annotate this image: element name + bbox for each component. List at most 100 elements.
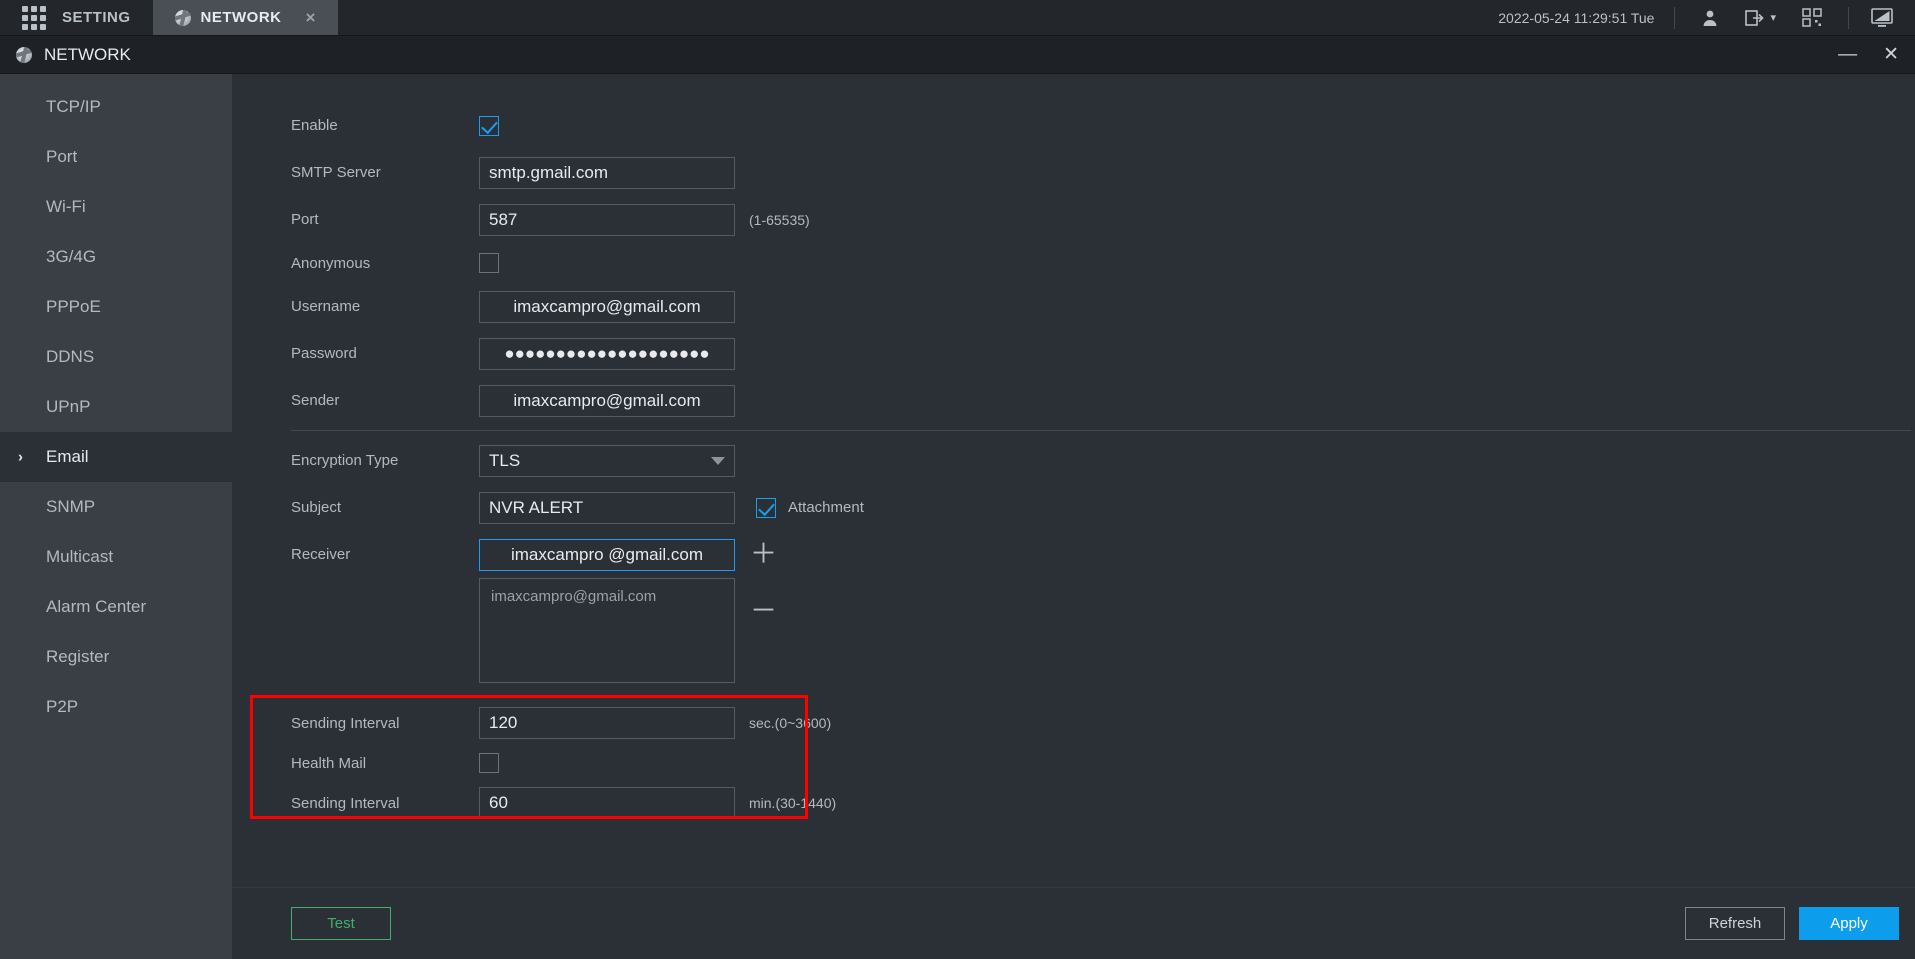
sidebar-item-register[interactable]: Register bbox=[0, 632, 232, 682]
sidebar: TCP/IP Port Wi-Fi 3G/4G PPPoE DDNS UPnP … bbox=[0, 74, 233, 959]
port-label: Port bbox=[291, 211, 319, 228]
health-mail-label: Health Mail bbox=[291, 754, 367, 772]
sending-interval-sec-label: Sending Interval bbox=[291, 714, 400, 732]
sending-interval-sec-hint: sec.(0~3600) bbox=[749, 715, 832, 731]
sending-interval-min-hint: min.(30-1440) bbox=[749, 795, 837, 811]
email-settings-form: Enable SMTP Server Port (1-65535) Anonym… bbox=[233, 74, 1915, 887]
password-input[interactable] bbox=[479, 337, 735, 370]
add-receiver-button[interactable]: ＋ bbox=[750, 541, 777, 568]
sidebar-item-multicast[interactable]: Multicast bbox=[0, 532, 232, 582]
receiver-list[interactable]: imaxcampro@gmail.com bbox=[479, 578, 735, 683]
sidebar-item-label: SNMP bbox=[46, 497, 96, 516]
subject-input[interactable] bbox=[479, 491, 735, 524]
enable-label: Enable bbox=[291, 117, 338, 134]
top-bar: SETTING NETWORK × 2022-05-24 11:29:51 Tu… bbox=[0, 0, 1915, 36]
chevron-down-icon bbox=[711, 456, 725, 465]
page-title: NETWORK bbox=[44, 44, 131, 64]
sender-label: Sender bbox=[291, 392, 340, 409]
password-label: Password bbox=[291, 345, 357, 362]
sidebar-item-email[interactable]: › Email bbox=[0, 432, 232, 482]
datetime-display: 2022-05-24 11:29:51 Tue bbox=[1498, 9, 1655, 26]
row-receiver: Receiver ＋ bbox=[247, 531, 1915, 578]
attachment-label: Attachment bbox=[788, 499, 864, 516]
row-smtp-server: SMTP Server bbox=[247, 149, 1915, 196]
sidebar-item-pppoe[interactable]: PPPoE bbox=[0, 282, 232, 332]
row-port: Port (1-65535) bbox=[247, 196, 1915, 243]
sidebar-item-alarm-center[interactable]: Alarm Center bbox=[0, 582, 232, 632]
sending-interval-sec-input[interactable] bbox=[479, 707, 735, 739]
sidebar-item-snmp[interactable]: SNMP bbox=[0, 482, 232, 532]
sidebar-item-label: Wi-Fi bbox=[46, 197, 86, 216]
sending-interval-min-input[interactable] bbox=[479, 787, 735, 819]
smtp-server-input[interactable] bbox=[479, 156, 735, 189]
list-item[interactable]: imaxcampro@gmail.com bbox=[491, 588, 723, 605]
username-input[interactable] bbox=[479, 290, 735, 323]
test-button[interactable]: Test bbox=[291, 907, 391, 940]
sidebar-item-ddns[interactable]: DDNS bbox=[0, 332, 232, 382]
close-icon[interactable]: × bbox=[306, 9, 316, 26]
row-sending-interval-min: Sending Interval min.(30-1440) bbox=[247, 783, 1915, 823]
footer-bar: Test Refresh Apply bbox=[233, 887, 1915, 959]
qr-code-icon[interactable] bbox=[1802, 8, 1822, 27]
sidebar-item-p2p[interactable]: P2P bbox=[0, 682, 232, 732]
sidebar-item-label: Email bbox=[46, 447, 89, 466]
main-panel: Enable SMTP Server Port (1-65535) Anonym… bbox=[233, 74, 1915, 959]
row-enable: Enable bbox=[247, 102, 1915, 149]
sidebar-item-port[interactable]: Port bbox=[0, 132, 232, 182]
apply-button[interactable]: Apply bbox=[1799, 907, 1899, 940]
tab-setting[interactable]: SETTING bbox=[0, 0, 153, 35]
tab-network-label: NETWORK bbox=[200, 9, 282, 26]
enable-checkbox[interactable] bbox=[479, 115, 499, 136]
row-health-mail: Health Mail bbox=[247, 743, 1915, 783]
logout-icon[interactable]: ▾ bbox=[1745, 9, 1776, 27]
port-input[interactable] bbox=[479, 203, 735, 236]
sidebar-item-label: 3G/4G bbox=[46, 247, 97, 266]
sidebar-item-label: P2P bbox=[46, 697, 79, 716]
anonymous-label: Anonymous bbox=[291, 254, 371, 272]
user-icon[interactable] bbox=[1701, 9, 1719, 27]
username-label: Username bbox=[291, 298, 361, 315]
close-button[interactable]: ✕ bbox=[1883, 45, 1899, 64]
chevron-down-icon[interactable]: ▾ bbox=[1770, 11, 1776, 24]
minimize-button[interactable]: — bbox=[1838, 45, 1857, 64]
sidebar-item-upnp[interactable]: UPnP bbox=[0, 382, 232, 432]
sidebar-item-label: Alarm Center bbox=[46, 597, 147, 616]
sidebar-item-label: TCP/IP bbox=[46, 97, 101, 116]
encryption-type-select[interactable]: TLS bbox=[479, 444, 735, 477]
sidebar-item-3g4g[interactable]: 3G/4G bbox=[0, 232, 232, 282]
receiver-label: Receiver bbox=[291, 546, 351, 563]
smtp-server-label: SMTP Server bbox=[291, 164, 381, 181]
sender-input[interactable] bbox=[479, 384, 735, 417]
port-hint: (1-65535) bbox=[749, 211, 810, 228]
subject-label: Subject bbox=[291, 499, 342, 516]
row-subject: Subject Attachment bbox=[247, 484, 1915, 531]
sidebar-item-label: DDNS bbox=[46, 347, 95, 366]
refresh-button[interactable]: Refresh bbox=[1685, 907, 1785, 940]
row-receiver-list: imaxcampro@gmail.com － bbox=[247, 578, 1915, 703]
top-bar-icon-group: ▾ bbox=[1675, 8, 1848, 27]
row-encryption-type: Encryption Type TLS bbox=[247, 437, 1915, 484]
monitor-icon-group bbox=[1849, 7, 1915, 28]
encryption-type-value: TLS bbox=[489, 450, 521, 470]
tab-network[interactable]: NETWORK × bbox=[152, 0, 338, 35]
top-bar-right: 2022-05-24 11:29:51 Tue ▾ bbox=[1478, 0, 1915, 35]
sidebar-item-label: PPPoE bbox=[46, 297, 101, 316]
remove-receiver-button[interactable]: － bbox=[750, 598, 777, 625]
globe-icon bbox=[174, 9, 191, 26]
window-header: NETWORK — ✕ bbox=[0, 36, 1915, 74]
encryption-type-label: Encryption Type bbox=[291, 452, 399, 469]
tab-setting-label: SETTING bbox=[62, 9, 131, 26]
attachment-checkbox[interactable] bbox=[756, 497, 776, 518]
health-mail-checkbox[interactable] bbox=[479, 753, 499, 773]
monitor-icon[interactable] bbox=[1871, 7, 1893, 28]
sidebar-item-label: Register bbox=[46, 647, 110, 666]
window-body: TCP/IP Port Wi-Fi 3G/4G PPPoE DDNS UPnP … bbox=[0, 74, 1915, 959]
sidebar-item-label: Multicast bbox=[46, 547, 114, 566]
sidebar-item-wifi[interactable]: Wi-Fi bbox=[0, 182, 232, 232]
receiver-input[interactable] bbox=[479, 538, 735, 571]
sidebar-item-label: Port bbox=[46, 147, 78, 166]
sidebar-item-tcpip[interactable]: TCP/IP bbox=[0, 82, 232, 132]
row-username: Username bbox=[247, 283, 1915, 330]
section-divider bbox=[291, 430, 1911, 431]
anonymous-checkbox[interactable] bbox=[479, 253, 499, 273]
